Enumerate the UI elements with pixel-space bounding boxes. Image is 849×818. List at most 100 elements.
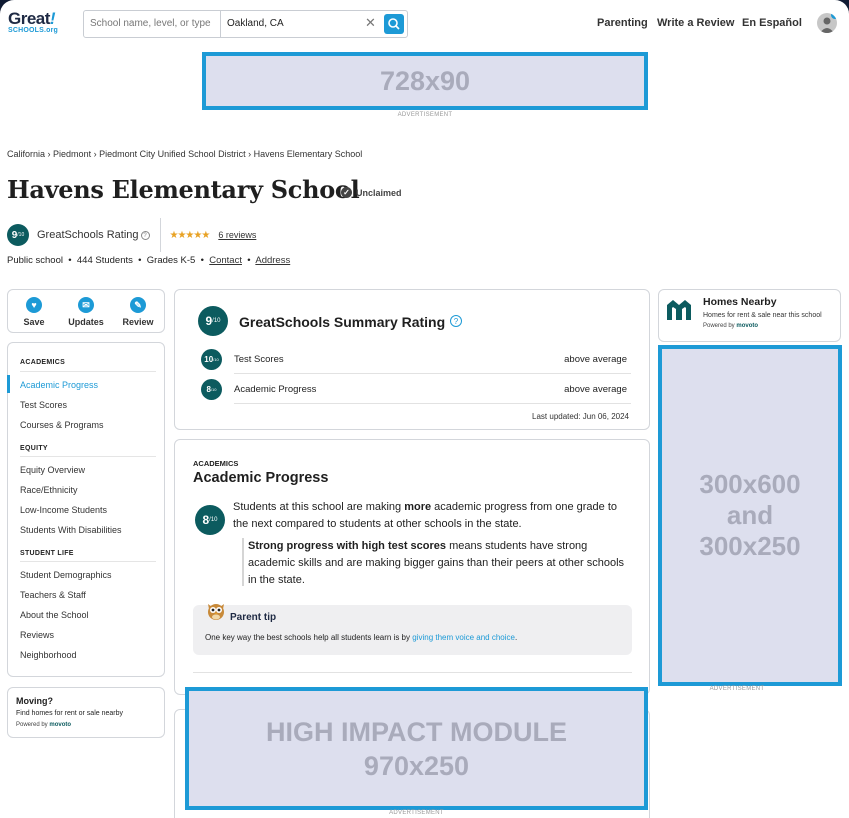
breadcrumb-california[interactable]: California (7, 149, 45, 159)
help-icon[interactable]: ? (140, 230, 150, 240)
breadcrumb: California › Piedmont › Piedmont City Un… (7, 149, 362, 159)
homes-powered: Powered by movoto (703, 323, 758, 329)
summary-help-icon[interactable]: ? (450, 315, 462, 327)
sidebar-item-race-ethnicity[interactable]: Race/Ethnicity (20, 485, 78, 495)
claim-status-label: Unclaimed (356, 187, 402, 198)
moving-title: Moving? (16, 696, 53, 706)
account-avatar[interactable] (817, 13, 837, 33)
claim-status: ✓ Unclaimed (341, 187, 402, 198)
homes-title: Homes Nearby (703, 296, 777, 308)
updates-button[interactable]: ✉ Updates (63, 297, 109, 327)
star-rating: ★★★★★ (169, 229, 211, 241)
high-impact-ad[interactable]: HIGH IMPACT MODULE 970x250 (185, 687, 648, 810)
reviews-link[interactable]: 6 reviews (218, 230, 256, 240)
card-footer-divider (193, 672, 632, 673)
academic-progress-label: Academic Progress (234, 384, 317, 395)
location-input[interactable]: Oakland, CA (227, 18, 284, 29)
test-scores-label: Test Scores (234, 354, 284, 365)
heart-icon: ♥ (26, 297, 42, 313)
sidebar-divider (20, 371, 156, 372)
parent-tip-box: Parent tip One key way the best schools … (193, 604, 632, 655)
school-title: Havens Elementary School (7, 175, 360, 204)
summary-title: GreatSchools Summary Rating (239, 314, 446, 330)
homes-movoto-brand: movoto (736, 323, 759, 329)
actions-card: ♥ Save ✉ Updates ✎ Review (7, 289, 165, 333)
search-bar: School name, level, or type Oakland, CA … (83, 10, 408, 38)
side-ad[interactable]: 300x600 and 300x250 (658, 345, 842, 686)
quote-bold: Strong progress with high test scores (248, 540, 447, 552)
review-button[interactable]: ✎ Review (115, 297, 161, 327)
sidebar-heading-equity: EQUITY (20, 445, 48, 452)
nav-espanol[interactable]: En Español (742, 17, 802, 29)
rating-denominator: /10 (17, 232, 25, 238)
sidebar-divider (20, 561, 156, 562)
greatschools-logo[interactable]: Great! SCHOOLS.org (8, 10, 66, 35)
fact-grades: Grades K-5 (146, 255, 196, 266)
top-ad-banner[interactable]: 728x90 (202, 52, 648, 110)
fact-separator: • (244, 255, 256, 266)
check-circle-icon: ✓ (341, 187, 352, 198)
search-button[interactable] (384, 14, 404, 34)
tip-end: . (514, 633, 518, 642)
tip-text: One key way the best schools help all st… (205, 633, 413, 642)
powered-label: Powered by (16, 722, 48, 728)
moving-card[interactable]: Moving? Find homes for rent or sale near… (7, 687, 165, 738)
nav-parenting[interactable]: Parenting (597, 17, 648, 29)
summary-rating-value: 9 (205, 314, 213, 328)
progress-rating-badge: 8/10 (195, 505, 225, 535)
ad-label-bottom: ADVERTISEMENT (389, 810, 444, 816)
school-search-input[interactable]: School name, level, or type (90, 18, 211, 29)
row-divider (234, 373, 631, 374)
sidebar-nav: ACADEMICS Academic Progress Test Scores … (7, 342, 165, 677)
sidebar-item-low-income[interactable]: Low-Income Students (20, 505, 107, 515)
section-title: Academic Progress (193, 470, 329, 486)
sidebar-item-teachers[interactable]: Teachers & Staff (20, 590, 86, 600)
breadcrumb-district[interactable]: Piedmont City Unified School District (99, 149, 246, 159)
sidebar-item-academic-progress[interactable]: Academic Progress (20, 380, 98, 390)
sidebar-item-neighborhood[interactable]: Neighborhood (20, 650, 77, 660)
breadcrumb-school: Havens Elementary School (253, 149, 363, 159)
tip-link[interactable]: giving them voice and choice (412, 633, 515, 642)
breadcrumb-piedmont[interactable]: Piedmont (53, 149, 91, 159)
save-label: Save (23, 317, 45, 327)
rating-label: GreatSchools Rating (37, 229, 139, 241)
parent-tip-text: One key way the best schools help all st… (205, 633, 517, 642)
progress-rating-denominator: /10 (209, 517, 218, 523)
academic-progress-denominator: /10 (210, 387, 217, 392)
active-indicator (7, 375, 10, 393)
homes-subtitle: Homes for rent & sale near this school (703, 312, 822, 319)
rating-divider (159, 218, 161, 252)
progress-text-bold: more (404, 501, 432, 513)
row-divider (234, 403, 631, 404)
sidebar-item-courses[interactable]: Courses & Programs (20, 420, 104, 430)
owl-icon (208, 604, 224, 620)
test-scores-denominator: /10 (213, 357, 219, 362)
notification-dot (831, 13, 837, 19)
contact-link[interactable]: Contact (209, 255, 242, 266)
sidebar-item-test-scores[interactable]: Test Scores (20, 400, 67, 410)
progress-rating-value: 8 (202, 513, 210, 527)
nav-write-review[interactable]: Write a Review (657, 17, 734, 29)
save-button[interactable]: ♥ Save (11, 297, 57, 327)
sidebar-heading-student-life: STUDENT LIFE (20, 550, 74, 557)
academic-progress-badge: 8/10 (201, 379, 222, 400)
sidebar-item-demographics[interactable]: Student Demographics (20, 570, 112, 580)
address-link[interactable]: Address (255, 255, 290, 266)
movoto-logo-icon (667, 300, 691, 320)
sidebar-divider (20, 456, 156, 457)
sidebar-item-reviews[interactable]: Reviews (20, 630, 54, 640)
fact-type: Public school (7, 255, 63, 266)
sidebar-item-equity-overview[interactable]: Equity Overview (20, 465, 85, 475)
school-facts: Public school • 444 Students • Grades K-… (7, 255, 290, 266)
sidebar-heading-academics: ACADEMICS (20, 359, 66, 366)
rating-row: 9/10 GreatSchools Rating ? ★★★★★ 6 revie… (7, 218, 256, 252)
progress-quote: Strong progress with high test scores me… (248, 538, 634, 589)
clear-icon[interactable]: ✕ (365, 16, 376, 30)
academic-progress-card: ACADEMICS Academic Progress 8/10 Student… (174, 439, 650, 695)
page: Great! SCHOOLS.org School name, level, o… (0, 0, 849, 818)
sidebar-item-disabilities[interactable]: Students With Disabilities (20, 525, 122, 535)
summary-rating-badge: 9/10 (198, 306, 228, 336)
homes-nearby-card[interactable]: Homes Nearby Homes for rent & sale near … (658, 289, 841, 342)
sidebar-item-about[interactable]: About the School (20, 610, 89, 620)
parent-tip-title: Parent tip (230, 612, 277, 623)
